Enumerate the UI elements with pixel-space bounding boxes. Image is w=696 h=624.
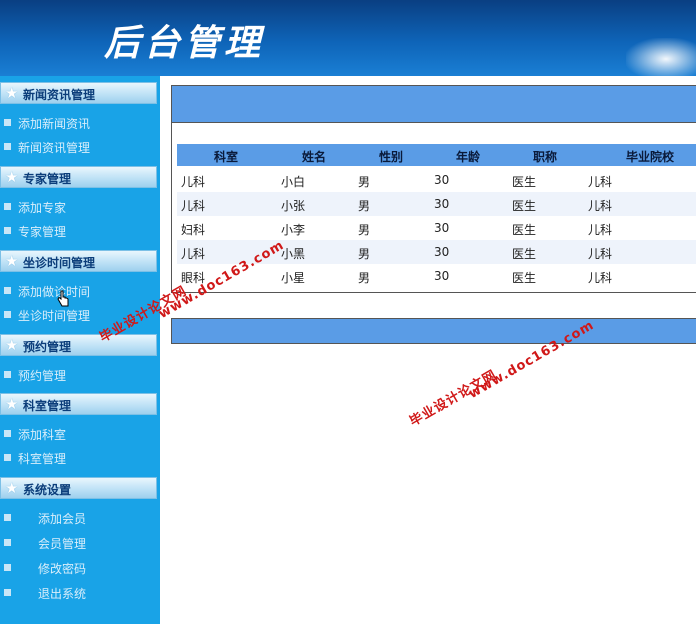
cell-department: 儿科 — [181, 199, 206, 213]
bullet-icon — [4, 287, 11, 294]
sidebar-group-label: 专家管理 — [23, 172, 72, 186]
page-title: 后台管理 — [104, 22, 265, 64]
bullet-icon — [4, 371, 11, 378]
bullet-icon — [4, 454, 11, 461]
cell-age: 30 — [434, 245, 450, 259]
cell-title: 医生 — [512, 175, 537, 189]
table-header: 科室 姓名 性别 年龄 职称 毕业院校 — [177, 144, 696, 166]
cell-department: 妇科 — [181, 223, 206, 237]
cell-name: 小白 — [281, 175, 306, 189]
cell-school: 儿科 — [588, 271, 613, 285]
cell-age: 30 — [434, 269, 450, 283]
banner-glow — [626, 38, 696, 76]
cell-gender: 男 — [358, 199, 371, 213]
cell-age: 30 — [434, 197, 450, 211]
sidebar: ★ 新闻资讯管理 添加新闻资讯 新闻资讯管理 ★ 专家管理 添加专家 专家管理 … — [0, 76, 160, 624]
header-banner: 后台管理 — [0, 0, 696, 76]
sidebar-group-label: 预约管理 — [23, 340, 72, 354]
cell-department: 儿科 — [181, 175, 206, 189]
bullet-icon — [4, 119, 11, 126]
bullet-icon — [4, 589, 11, 596]
content-top-bar — [171, 85, 696, 123]
column-header-department: 科室 — [214, 150, 239, 164]
bullet-icon — [4, 564, 11, 571]
cell-title: 医生 — [512, 199, 537, 213]
cell-school: 儿科 — [588, 223, 613, 237]
hand-cursor-icon — [57, 290, 69, 307]
star-icon: ★ — [5, 395, 19, 413]
cell-gender: 男 — [358, 247, 371, 261]
table-row: 儿科 小白 男 30 医生 儿科 — [177, 168, 696, 192]
watermark-text: 毕业设计论文网 — [407, 367, 500, 430]
cell-department: 儿科 — [181, 247, 206, 261]
cell-name: 小星 — [281, 271, 306, 285]
star-icon: ★ — [5, 252, 19, 270]
column-header-name: 姓名 — [302, 150, 327, 164]
sidebar-group-label: 系统设置 — [23, 483, 72, 497]
table-row: 儿科 小张 男 30 医生 儿科 — [177, 192, 696, 216]
star-icon: ★ — [5, 479, 19, 497]
bullet-icon — [4, 430, 11, 437]
content-bottom-bar — [171, 318, 696, 344]
sidebar-group-settings[interactable]: ★ 系统设置 — [0, 477, 157, 499]
cell-title: 医生 — [512, 223, 537, 237]
column-header-age: 年龄 — [456, 150, 481, 164]
cell-name: 小李 — [281, 223, 306, 237]
cell-school: 儿科 — [588, 247, 613, 261]
sidebar-group-news[interactable]: ★ 新闻资讯管理 — [0, 82, 157, 104]
cell-title: 医生 — [512, 271, 537, 285]
star-icon: ★ — [5, 336, 19, 354]
cell-age: 30 — [434, 221, 450, 235]
sidebar-group-label: 科室管理 — [23, 399, 72, 413]
cell-gender: 男 — [358, 175, 371, 189]
cell-school: 儿科 — [588, 199, 613, 213]
column-header-school: 毕业院校 — [626, 150, 675, 164]
cell-title: 医生 — [512, 247, 537, 261]
sidebar-group-label: 坐诊时间管理 — [23, 256, 96, 270]
cell-name: 小张 — [281, 199, 306, 213]
cell-gender: 男 — [358, 223, 371, 237]
bullet-icon — [4, 227, 11, 234]
cell-school: 儿科 — [588, 175, 613, 189]
star-icon: ★ — [5, 168, 19, 186]
bullet-icon — [4, 514, 11, 521]
bullet-icon — [4, 539, 11, 546]
sidebar-group-label: 新闻资讯管理 — [23, 88, 96, 102]
cell-age: 30 — [434, 173, 450, 187]
bullet-icon — [4, 311, 11, 318]
sidebar-group-departments[interactable]: ★ 科室管理 — [0, 393, 157, 415]
sidebar-group-schedule[interactable]: ★ 坐诊时间管理 — [0, 250, 157, 272]
sidebar-group-booking[interactable]: ★ 预约管理 — [0, 334, 157, 356]
sidebar-group-experts[interactable]: ★ 专家管理 — [0, 166, 157, 188]
star-icon: ★ — [5, 84, 19, 102]
table-row: 妇科 小李 男 30 医生 儿科 — [177, 216, 696, 240]
column-header-title: 职称 — [533, 150, 558, 164]
column-header-gender: 性别 — [379, 150, 404, 164]
bullet-icon — [4, 203, 11, 210]
bullet-icon — [4, 143, 11, 150]
cell-gender: 男 — [358, 271, 371, 285]
